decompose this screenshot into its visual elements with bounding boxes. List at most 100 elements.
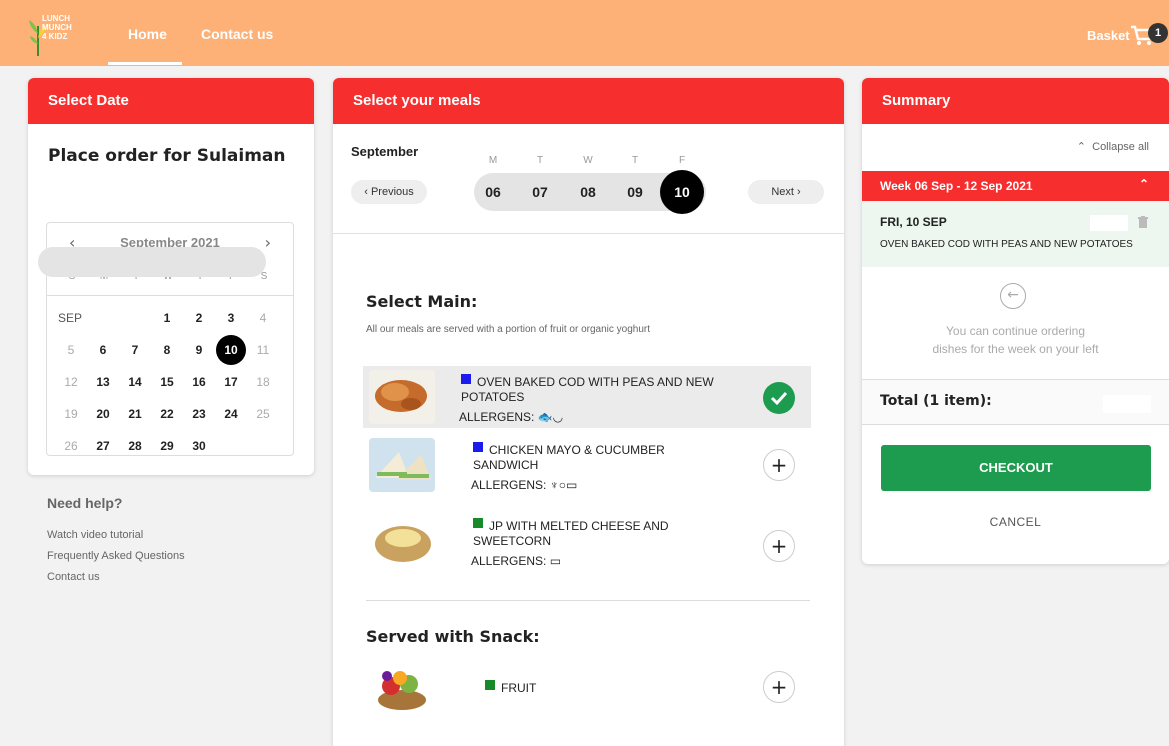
gluten-allergen-icon: ♆: [549, 478, 559, 492]
calendar-day[interactable]: 19: [58, 401, 84, 427]
calendar-day[interactable]: 27: [90, 433, 116, 459]
jacket-potato-meal-photo: [369, 514, 435, 568]
day-letter: T: [536, 155, 544, 166]
calendar-day[interactable]: 15: [154, 369, 180, 395]
logo-line-3: 4 KIDZ: [42, 32, 68, 41]
calendar-day[interactable]: 4: [250, 305, 276, 331]
calendar-day[interactable]: 3: [218, 305, 244, 331]
calendar-month-short-label: SEP: [58, 311, 83, 325]
add-meal-button[interactable]: +: [763, 530, 795, 562]
calendar-day[interactable]: 25: [250, 401, 276, 427]
calendar-day[interactable]: 28: [122, 433, 148, 459]
logo-line-1: LUNCH: [42, 14, 70, 23]
collapse-all-label: Collapse all: [1092, 141, 1149, 153]
collapse-all-button[interactable]: ⌃ Collapse all: [1077, 140, 1149, 153]
select-meals-heading: Select your meals: [333, 78, 844, 124]
select-date-panel: Select Date Place order for Sulaiman ‹ S…: [28, 78, 314, 475]
calendar-day[interactable]: 17: [218, 369, 244, 395]
day-button-10-selected[interactable]: 10: [660, 170, 704, 214]
basket-link[interactable]: Basket: [1087, 28, 1130, 43]
previous-week-button[interactable]: ‹ Previous: [351, 180, 427, 204]
milk-allergen-icon: ▭: [565, 478, 578, 492]
add-snack-button[interactable]: +: [763, 671, 795, 703]
day-button-08[interactable]: 08: [568, 173, 608, 211]
total-label: Total (1 item):: [880, 393, 992, 409]
summary-item-meal: OVEN BAKED COD WITH PEAS AND NEW POTATOE…: [880, 239, 1133, 250]
meal-selected-check-icon[interactable]: [763, 382, 795, 414]
top-navbar: LUNCH MUNCH 4 KIDZ Home Contact us Baske…: [0, 0, 1169, 66]
order-total-row: Total (1 item):: [862, 379, 1169, 425]
bowl-allergen-icon: ◡: [552, 410, 564, 424]
calendar-day[interactable]: 29: [154, 433, 180, 459]
trash-icon[interactable]: [1138, 216, 1148, 228]
calendar-day-selected[interactable]: 10: [216, 335, 246, 365]
day-letter: W: [583, 155, 593, 166]
chevron-up-icon: ⌃: [1076, 141, 1086, 153]
calendar-day[interactable]: 9: [186, 337, 212, 363]
continue-ordering-line-1: You can continue ordering: [946, 324, 1085, 338]
calendar-day[interactable]: 2: [186, 305, 212, 331]
calendar-day[interactable]: 20: [90, 401, 116, 427]
calendar-day[interactable]: 16: [186, 369, 212, 395]
meal-name-text: OVEN BAKED COD WITH PEAS AND NEW POTATOE…: [461, 375, 714, 404]
calendar-week-row: SEP 1 2 3 4: [46, 305, 292, 331]
next-week-button[interactable]: Next ›: [748, 180, 824, 204]
calendar-day[interactable]: 23: [186, 401, 212, 427]
snack-option-fruit[interactable]: FRUIT +: [363, 656, 811, 718]
meal-option-cod[interactable]: OVEN BAKED COD WITH PEAS AND NEW POTATOE…: [363, 366, 811, 428]
calendar-day[interactable]: 18: [250, 369, 276, 395]
help-contact-us-link[interactable]: Contact us: [47, 571, 100, 583]
calendar-day[interactable]: 1: [154, 305, 180, 331]
calendar-day[interactable]: 30: [186, 433, 212, 459]
select-main-title: Select Main:: [366, 292, 478, 311]
calendar-day[interactable]: 13: [90, 369, 116, 395]
week-summary-bar[interactable]: Week 06 Sep - 12 Sep 2021 ⌃: [862, 171, 1169, 201]
summary-heading: Summary: [862, 78, 1169, 124]
checkout-button[interactable]: CHECKOUT: [881, 445, 1151, 491]
calendar-day[interactable]: 6: [90, 337, 116, 363]
cart-count-badge: 1: [1148, 23, 1168, 43]
cancel-button[interactable]: CANCEL: [862, 515, 1169, 529]
add-meal-button[interactable]: +: [763, 449, 795, 481]
summary-item-date: FRI, 10 SEP: [880, 215, 947, 229]
brand-logo[interactable]: LUNCH MUNCH 4 KIDZ: [28, 14, 104, 56]
calendar-next-month-icon[interactable]: ›: [265, 233, 271, 252]
meal-name: JP WITH MELTED CHEESE AND SWEETCORN: [473, 518, 733, 549]
calendar-day[interactable]: 21: [122, 401, 148, 427]
meal-name-text: CHICKEN MAYO & CUCUMBER SANDWICH: [473, 443, 665, 472]
meal-name: CHICKEN MAYO & CUCUMBER SANDWICH: [473, 442, 733, 473]
calendar-day[interactable]: 26: [58, 433, 84, 459]
watch-video-tutorial-link[interactable]: Watch video tutorial: [47, 529, 143, 541]
selected-week-highlight: [38, 247, 266, 277]
select-date-heading: Select Date: [28, 78, 314, 124]
meal-allergens: ALLERGENS: ▭: [471, 554, 561, 568]
calendar-day[interactable]: 5: [58, 337, 84, 363]
calendar-day[interactable]: 11: [250, 337, 276, 363]
summary-item-price: [1090, 215, 1128, 231]
meal-option-chicken-sandwich[interactable]: CHICKEN MAYO & CUCUMBER SANDWICH ALLERGE…: [363, 434, 811, 496]
chevron-up-icon: ⌃: [1138, 177, 1149, 191]
calendar-day[interactable]: 14: [122, 369, 148, 395]
nav-home[interactable]: Home: [128, 26, 167, 42]
calendar-day[interactable]: 7: [122, 337, 148, 363]
calendar-day[interactable]: 22: [154, 401, 180, 427]
calendar-day[interactable]: 8: [154, 337, 180, 363]
calendar-day[interactable]: 24: [218, 401, 244, 427]
logo-line-2: MUNCH: [42, 23, 72, 32]
meal-option-jacket-potato[interactable]: JP WITH MELTED CHEESE AND SWEETCORN ALLE…: [363, 510, 811, 572]
allergens-label: ALLERGENS:: [471, 478, 547, 492]
egg-allergen-icon: ○: [558, 478, 566, 492]
chevron-left-icon: ‹: [364, 186, 368, 198]
calendar-day[interactable]: 12: [58, 369, 84, 395]
need-help-title: Need help?: [47, 495, 123, 511]
calendar-week-row: 5 6 7 8 9 10 11: [46, 335, 292, 365]
day-button-06[interactable]: 06: [473, 173, 513, 211]
day-button-07[interactable]: 07: [520, 173, 560, 211]
day-button-09[interactable]: 09: [615, 173, 655, 211]
snack-name-text: FRUIT: [501, 681, 537, 695]
previous-week-label: Previous: [370, 186, 414, 198]
sandwich-meal-photo: [369, 438, 435, 492]
select-main-subtitle: All our meals are served with a portion …: [366, 324, 651, 335]
faq-link[interactable]: Frequently Asked Questions: [47, 550, 185, 562]
nav-contact-us[interactable]: Contact us: [201, 26, 273, 42]
